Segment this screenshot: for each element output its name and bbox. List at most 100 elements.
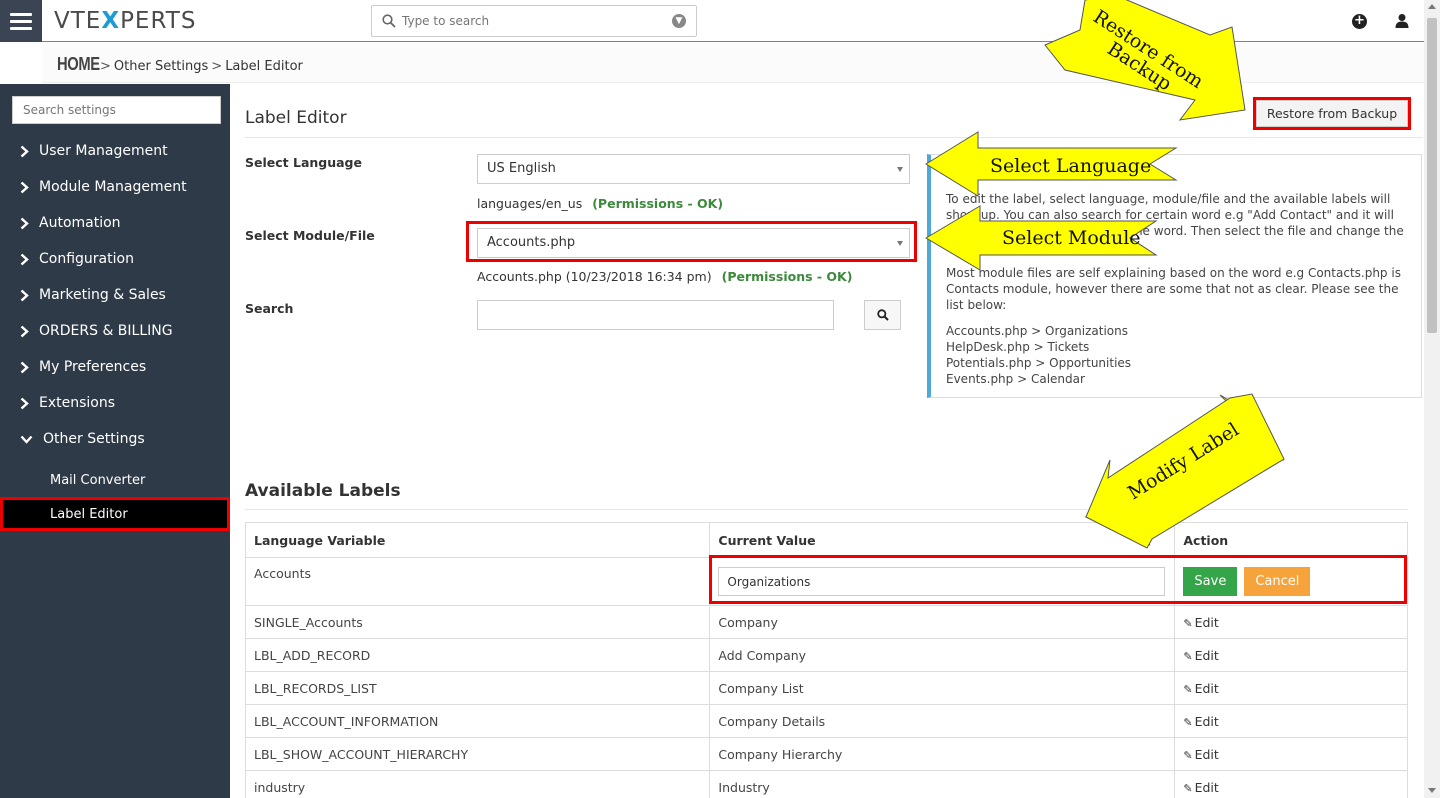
breadcrumb-home[interactable]: HOME	[57, 54, 100, 75]
sidebar-item-label: Other Settings	[43, 431, 145, 447]
cell-variable: LBL_RECORDS_LIST	[244, 671, 711, 705]
sidebar-item-label: My Preferences	[39, 359, 147, 375]
sidebar-item-marketing-sales[interactable]: Marketing & Sales	[0, 277, 230, 313]
chevron-right-icon	[20, 180, 34, 194]
sidebar-item-label: User Management	[39, 143, 168, 159]
logo-text-left: VTE	[54, 8, 102, 34]
table-header-row: Language Variable Current Value Action	[244, 522, 1408, 558]
edit-link[interactable]: ✎ Edit	[1183, 747, 1218, 762]
cell-variable: LBL_SHOW_ACCOUNT_HIERARCHY	[244, 737, 711, 771]
module-mapping: Potentials.php > Opportunities	[946, 356, 1132, 370]
chevron-right-icon	[20, 252, 34, 266]
menu-hamburger-icon[interactable]	[0, 0, 42, 42]
label-search-input[interactable]	[477, 300, 834, 330]
logo-text-right: PERTS	[120, 8, 197, 34]
cell-value: Industry	[709, 770, 1176, 798]
cell-variable: LBL_ADD_RECORD	[244, 638, 711, 672]
sidebar-item-extensions[interactable]: Extensions	[0, 385, 230, 421]
cell-value: Add Company	[709, 638, 1176, 672]
scrollbar-thumb[interactable]	[1427, 18, 1437, 333]
pencil-icon: ✎	[1183, 748, 1193, 762]
cell-variable: SINGLE_Accounts	[244, 605, 711, 639]
restore-from-backup-button[interactable]: Restore from Backup	[1253, 97, 1411, 130]
table-row: SINGLE_Accounts Company ✎ Edit	[244, 605, 1408, 639]
label-search-button[interactable]	[864, 300, 901, 330]
chevron-right-icon	[20, 360, 34, 374]
column-header-action: Action	[1174, 522, 1408, 558]
sidebar-item-module-management[interactable]: Module Management	[0, 169, 230, 205]
search-options-chevron-icon[interactable]: ▼	[672, 14, 686, 28]
edit-link[interactable]: ✎ Edit	[1183, 648, 1218, 663]
search-icon	[876, 309, 889, 321]
sidebar-item-orders-billing[interactable]: ORDERS & BILLING	[0, 313, 230, 349]
breadcrumb-separator: >	[100, 59, 111, 74]
cell-variable: industry	[244, 770, 711, 798]
pencil-icon: ✎	[1183, 682, 1193, 696]
sidebar-subitem-mail-converter[interactable]: Mail Converter	[0, 463, 230, 497]
help-text-2: Most module files are self explaining ba…	[946, 266, 1401, 312]
editing-row-highlight-box	[709, 555, 1407, 604]
sidebar-subitem-label: Mail Converter	[50, 472, 146, 488]
edit-link-label: Edit	[1194, 713, 1219, 729]
breadcrumb-other-settings[interactable]: Other Settings	[114, 59, 208, 74]
module-mapping: Events.php > Calendar	[946, 372, 1085, 386]
column-header-variable: Language Variable	[244, 522, 711, 558]
user-profile-icon[interactable]	[1394, 13, 1410, 29]
language-select[interactable]: US English	[477, 154, 910, 184]
global-search: ▼	[371, 5, 697, 37]
cell-value: Company Details	[709, 704, 1176, 738]
sidebar-item-label: Marketing & Sales	[39, 287, 166, 303]
edit-link[interactable]: ✎ Edit	[1183, 714, 1218, 729]
scroll-down-arrow-icon[interactable]	[1428, 788, 1436, 793]
chevron-down-icon	[20, 432, 38, 446]
scroll-up-arrow-icon[interactable]	[1428, 4, 1436, 9]
table-row: LBL_RECORDS_LIST Company List ✎ Edit	[244, 671, 1408, 705]
edit-link[interactable]: ✎ Edit	[1183, 681, 1218, 696]
breadcrumb-label-editor: Label Editor	[225, 59, 303, 74]
edit-link[interactable]: ✎ Edit	[1183, 615, 1218, 630]
settings-sidebar: User Management Module Management Automa…	[0, 84, 230, 798]
sidebar-item-other-settings[interactable]: Other Settings	[0, 421, 230, 457]
sidebar-item-configuration[interactable]: Configuration	[0, 241, 230, 277]
edit-link-label: Edit	[1194, 779, 1219, 795]
sidebar-item-my-preferences[interactable]: My Preferences	[0, 349, 230, 385]
cell-action: ✎ Edit	[1174, 605, 1408, 639]
cell-value: Company Hierarchy	[709, 737, 1176, 771]
sidebar-item-automation[interactable]: Automation	[0, 205, 230, 241]
cell-action: ✎ Edit	[1174, 737, 1408, 771]
module-permission-status: (Permissions - OK)	[721, 269, 853, 284]
main-content: Label Editor Restore from Backup Select …	[230, 84, 1424, 798]
pencil-icon: ✎	[1183, 715, 1193, 729]
language-path: languages/en_us	[477, 196, 583, 211]
app-logo[interactable]: VTEXPERTS	[54, 8, 196, 34]
title-divider	[245, 137, 1423, 138]
help-text-1: To edit the label, select language, modu…	[946, 192, 1404, 254]
sidebar-item-user-management[interactable]: User Management	[0, 133, 230, 169]
sidebar-item-label: Configuration	[39, 251, 134, 267]
pencil-icon: ✎	[1183, 616, 1193, 630]
select-module-label: Select Module/File	[245, 228, 375, 243]
dropdown-arrow-icon	[897, 167, 903, 172]
table-row: industry Industry ✎ Edit	[244, 770, 1408, 798]
logo-text-x: X	[101, 8, 121, 34]
quick-create-plus-icon[interactable]: +	[1352, 14, 1367, 29]
cell-value: Company	[709, 605, 1176, 639]
search-icon	[382, 14, 396, 28]
language-permission-status: (Permissions - OK)	[592, 196, 724, 211]
module-mapping: Accounts.php > Organizations	[946, 324, 1129, 338]
sidebar-subitem-label: Label Editor	[50, 506, 128, 522]
sidebar-subitem-label-editor[interactable]: Label Editor	[0, 497, 230, 531]
page-title: Label Editor	[245, 108, 347, 128]
chevron-right-icon	[20, 288, 34, 302]
module-file-info: Accounts.php (10/23/2018 16:34 pm) (Permi…	[477, 269, 852, 284]
breadcrumb-separator: >	[211, 59, 223, 74]
restore-button-label: Restore from Backup	[1256, 100, 1408, 127]
table-row: LBL_SHOW_ACCOUNT_HIERARCHY Company Hierar…	[244, 737, 1408, 771]
top-bar: VTEXPERTS ▼ +	[0, 0, 1424, 42]
edit-link[interactable]: ✎ Edit	[1183, 780, 1218, 795]
settings-search-input[interactable]	[12, 96, 221, 124]
global-search-input[interactable]	[402, 9, 662, 33]
chevron-right-icon	[20, 324, 34, 338]
module-file-select[interactable]: Accounts.php	[477, 228, 910, 258]
breadcrumb-left-spacer	[0, 43, 42, 83]
